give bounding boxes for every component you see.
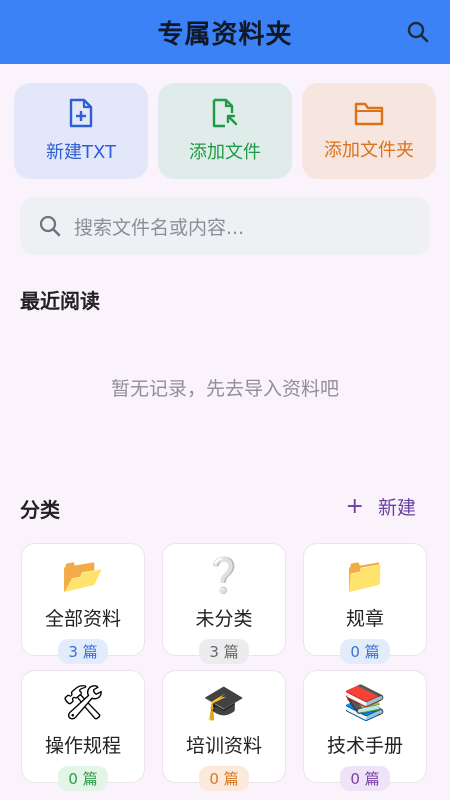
category-card-all[interactable]: 📂 全部资料 3 篇: [21, 543, 145, 664]
category-card-training[interactable]: 🎓 培训资料 0 篇: [162, 670, 286, 791]
plus-icon: +: [345, 494, 364, 519]
add-folder-label: 添加文件夹: [324, 140, 414, 161]
search-icon: [39, 215, 61, 237]
category-card-procedures[interactable]: 🛠 操作规程 0 篇: [21, 670, 145, 791]
category-count-badge: 0 篇: [199, 766, 249, 791]
new-category-button[interactable]: + 新建: [346, 493, 416, 520]
tools-icon: 🛠: [61, 683, 105, 723]
add-file-label: 添加文件: [189, 142, 261, 163]
category-count-badge: 0 篇: [340, 766, 390, 791]
graduation-cap-icon: 🎓: [202, 683, 246, 723]
recent-empty-message: 暂无记录，先去导入资料吧: [110, 378, 339, 400]
quick-actions: 新建TXT 添加文件 添加文件夹: [14, 83, 436, 179]
category-name: 未分类: [195, 608, 253, 630]
categories-section-title: 分类: [20, 498, 60, 522]
new-txt-button[interactable]: 新建TXT: [14, 83, 148, 179]
open-folder-icon: 📂: [61, 556, 105, 596]
category-name: 全部资料: [44, 608, 121, 630]
category-card-uncategorized[interactable]: ❔ 未分类 3 篇: [162, 543, 286, 664]
new-category-label: 新建: [377, 497, 416, 519]
category-count-badge: 3 篇: [58, 639, 108, 664]
search-placeholder: 搜索文件名或内容...: [74, 216, 245, 239]
category-grid: 📂 全部资料 3 篇 ❔ 未分类 3 篇 📁 规章 0 篇 🛠 操作规程 0 篇…: [21, 543, 429, 791]
category-count-badge: 3 篇: [199, 639, 249, 664]
page-title: 专属资料夹: [157, 19, 293, 50]
category-name: 操作规程: [44, 735, 121, 757]
new-txt-label: 新建TXT: [45, 142, 116, 163]
folder-icon: [354, 102, 384, 126]
add-folder-button[interactable]: 添加文件夹: [302, 83, 436, 179]
category-name: 规章: [345, 608, 384, 630]
search-icon: [407, 21, 429, 43]
category-name: 技术手册: [326, 735, 403, 757]
category-count-badge: 0 篇: [58, 766, 108, 791]
category-name: 培训资料: [185, 735, 262, 757]
app-header: 专属资料夹: [0, 0, 450, 64]
search-input[interactable]: 搜索文件名或内容...: [20, 197, 430, 255]
books-icon: 📚: [343, 683, 387, 723]
header-search-button[interactable]: [402, 16, 434, 48]
category-card-rules[interactable]: 📁 规章 0 篇: [303, 543, 427, 664]
folder-icon: 📁: [343, 556, 387, 596]
file-plus-icon: [69, 98, 93, 128]
recent-section-title: 最近阅读: [20, 289, 100, 313]
category-card-manuals[interactable]: 📚 技术手册 0 篇: [303, 670, 427, 791]
question-icon: ❔: [202, 556, 246, 596]
category-count-badge: 0 篇: [340, 639, 390, 664]
add-file-button[interactable]: 添加文件: [158, 83, 292, 179]
file-add-icon: [212, 98, 238, 128]
